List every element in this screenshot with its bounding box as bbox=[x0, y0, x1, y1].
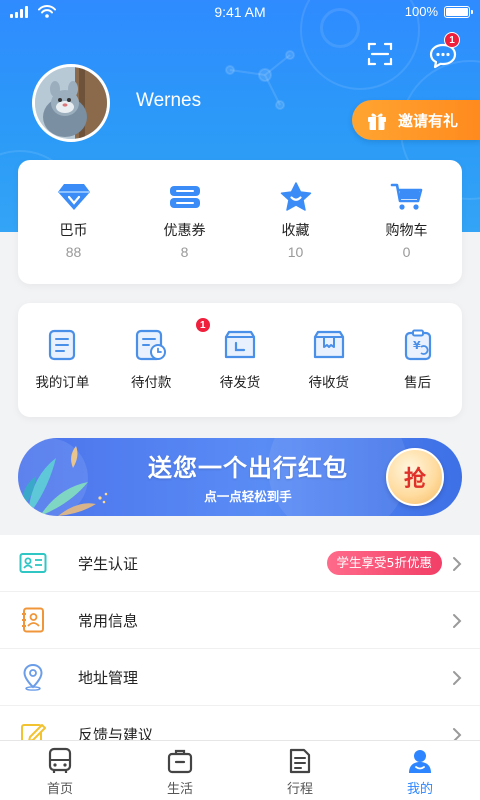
pending-shipment-icon bbox=[224, 330, 256, 359]
tab-home[interactable]: 首页 bbox=[0, 741, 120, 800]
tab-life[interactable]: 生活 bbox=[120, 741, 240, 800]
contact-card-icon bbox=[18, 605, 48, 635]
location-pin-icon bbox=[18, 662, 48, 692]
student-discount-tag: 学生享受5折优惠 bbox=[326, 551, 442, 575]
chevron-right-icon bbox=[453, 728, 462, 740]
battery-icon bbox=[444, 5, 473, 18]
menu-item-student-verification[interactable]: 学生认证 学生享受5折优惠 bbox=[0, 535, 480, 592]
grab-button[interactable]: 抢 bbox=[386, 448, 444, 506]
menu-label: 常用信息 bbox=[78, 611, 139, 630]
stat-label: 优惠券 bbox=[163, 223, 206, 239]
profile-icon bbox=[409, 750, 431, 773]
invite-label: 邀请有礼 bbox=[398, 111, 459, 130]
svg-text:¥: ¥ bbox=[413, 339, 421, 352]
message-badge: 1 bbox=[444, 32, 460, 48]
stat-value: 0 bbox=[402, 244, 411, 260]
stat-label: 巴币 bbox=[59, 223, 88, 239]
itinerary-icon bbox=[289, 748, 311, 774]
menu-item-frequent-info[interactable]: 常用信息 bbox=[0, 592, 480, 649]
order-pending-shipment[interactable]: 待发货 bbox=[196, 303, 285, 417]
tab-label: 首页 bbox=[46, 782, 73, 797]
chevron-right-icon bbox=[453, 614, 462, 628]
message-button[interactable]: 1 bbox=[428, 32, 460, 70]
chevron-right-icon bbox=[453, 557, 462, 571]
menu-item-address[interactable]: 地址管理 bbox=[0, 649, 480, 706]
feedback-icon bbox=[18, 719, 48, 740]
scan-button[interactable] bbox=[366, 40, 394, 68]
cart-icon bbox=[390, 183, 422, 210]
tab-label: 我的 bbox=[406, 782, 433, 797]
order-label: 我的订单 bbox=[35, 375, 90, 391]
after-sales-icon: ¥ bbox=[404, 329, 431, 361]
pending-receipt-icon bbox=[313, 330, 344, 359]
stat-label: 收藏 bbox=[281, 223, 310, 239]
scan-icon bbox=[367, 42, 393, 66]
order-label: 售后 bbox=[404, 375, 432, 391]
gift-icon bbox=[368, 113, 386, 130]
status-bar: 9:41 AM 100% bbox=[0, 0, 480, 26]
invite-button[interactable]: 邀请有礼 bbox=[352, 100, 480, 140]
promo-banner[interactable]: 送您一个出行红包 点一点轻松到手 抢 bbox=[18, 438, 462, 516]
stat-cart[interactable]: 购物车 0 bbox=[351, 160, 462, 284]
banner-title: 送您一个出行红包 bbox=[148, 454, 348, 482]
battery-percent: 100% bbox=[404, 4, 438, 19]
menu-item-feedback[interactable]: 反馈与建议 bbox=[0, 706, 480, 740]
coupon-icon bbox=[169, 186, 200, 208]
stat-favorites[interactable]: 收藏 10 bbox=[240, 160, 351, 284]
tab-label: 行程 bbox=[286, 782, 313, 797]
bottom-tab-bar: 首页 生活 行程 我的 bbox=[0, 740, 480, 800]
order-label: 待发货 bbox=[219, 375, 261, 391]
stat-label: 购物车 bbox=[385, 223, 428, 239]
chevron-right-icon bbox=[453, 671, 462, 685]
order-pending-receipt[interactable]: 待收货 bbox=[284, 303, 373, 417]
tab-label: 生活 bbox=[166, 782, 193, 797]
stat-coins[interactable]: 巴币 88 bbox=[18, 160, 129, 284]
order-label: 待付款 bbox=[130, 375, 172, 391]
tab-mine[interactable]: 我的 bbox=[360, 741, 480, 800]
stat-value: 8 bbox=[180, 244, 189, 260]
order-all[interactable]: 我的订单 bbox=[18, 303, 107, 417]
order-after-sales[interactable]: ¥ 售后 bbox=[373, 303, 462, 417]
assets-card: 巴币 88 优惠券 8 收藏 10 购物车 0 bbox=[18, 160, 462, 284]
menu-label: 地址管理 bbox=[78, 668, 139, 687]
stat-coupons[interactable]: 优惠券 8 bbox=[129, 160, 240, 284]
order-list-icon bbox=[49, 329, 76, 361]
star-icon bbox=[280, 182, 311, 211]
pending-payment-icon bbox=[136, 329, 167, 361]
tab-itinerary[interactable]: 行程 bbox=[240, 741, 360, 800]
menu-label: 反馈与建议 bbox=[78, 725, 154, 741]
diamond-icon bbox=[57, 184, 90, 210]
order-label: 待收货 bbox=[308, 375, 350, 391]
order-pending-payment[interactable]: 1 待付款 bbox=[107, 303, 211, 417]
orders-card: 我的订单 1 待付款 待发货 待收货 ¥ 售后 bbox=[18, 303, 462, 417]
briefcase-icon bbox=[167, 749, 193, 774]
settings-menu: 学生认证 学生享受5折优惠 常用信息 地址管理 反馈与建议 bbox=[0, 535, 480, 740]
stat-value: 88 bbox=[65, 244, 82, 260]
bus-icon bbox=[48, 747, 72, 773]
username: Wernes bbox=[136, 90, 202, 111]
banner-subtitle: 点一点轻松到手 bbox=[204, 489, 292, 504]
avatar[interactable] bbox=[32, 64, 110, 142]
student-id-icon bbox=[18, 548, 48, 578]
menu-label: 学生认证 bbox=[78, 554, 139, 573]
stat-value: 10 bbox=[287, 244, 304, 260]
